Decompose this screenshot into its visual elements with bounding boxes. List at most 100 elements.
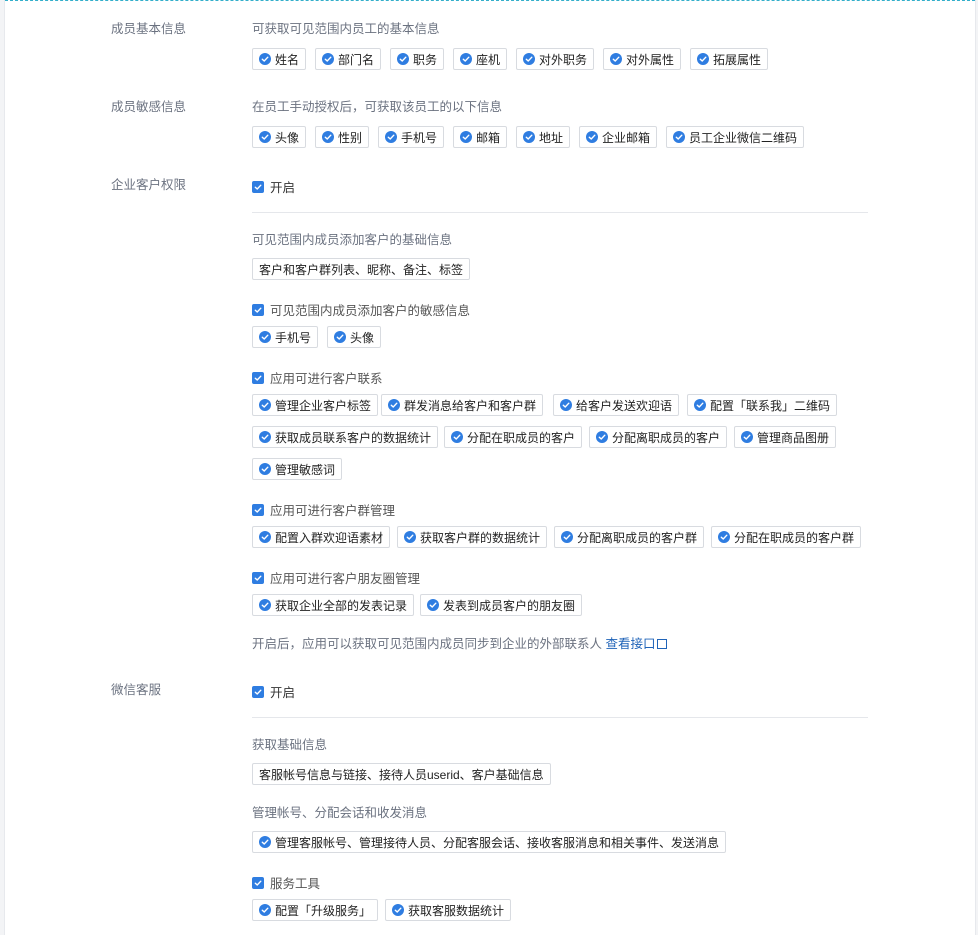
tag-extended-attr: 拓展属性: [690, 48, 769, 70]
external-link-icon: [656, 639, 667, 649]
tag-label: 员工企业微信二维码: [689, 130, 798, 145]
check-circle-icon: [523, 131, 535, 143]
tag-email: 邮箱: [453, 126, 508, 148]
check-circle-icon: [560, 399, 572, 411]
tag-name: 姓名: [252, 48, 307, 70]
tag-position: 职务: [390, 48, 445, 70]
checkbox-checked-icon: [252, 503, 264, 516]
member-sensitive-desc: 在员工手动授权后，可获取该员工的以下信息: [252, 100, 503, 114]
tag-welcome-message: 给客户发送欢迎语: [553, 394, 680, 416]
tag-mass-message: 群发消息给客户和客户群: [381, 394, 544, 416]
top-dashed-border: [5, 0, 975, 1]
checkbox-checked-icon: [252, 303, 264, 316]
customer-enable-checkbox[interactable]: 开启: [252, 177, 295, 196]
check-circle-icon: [322, 53, 334, 65]
tag-label: 分配在职成员的客户群: [734, 530, 855, 545]
check-circle-icon: [673, 131, 685, 143]
tag-contact-stats: 获取成员联系客户的数据统计: [252, 426, 439, 448]
tag-label: 分配离职成员的客户: [612, 430, 721, 445]
check-circle-icon: [392, 904, 404, 916]
tag-sensitive-words: 管理敏感词: [252, 458, 343, 480]
tag-avatar: 头像: [252, 126, 307, 148]
customer-sensitive-checkbox[interactable]: 可见范围内成员添加客户的敏感信息: [252, 300, 470, 319]
customer-group-checkbox[interactable]: 应用可进行客户群管理: [252, 500, 395, 519]
checkbox-checked-icon: [252, 876, 264, 889]
wechat-tools-checkbox[interactable]: 服务工具: [252, 873, 320, 892]
member-basic-desc: 可获取可见范围内员工的基本信息: [252, 22, 440, 36]
tag-label: 手机号: [401, 130, 438, 145]
check-circle-icon: [694, 399, 706, 411]
checkbox-label: 开启: [270, 181, 296, 195]
check-circle-icon: [385, 131, 397, 143]
checkbox-label: 应用可进行客户联系: [270, 372, 383, 386]
wechat-service-enable-checkbox[interactable]: 开启: [252, 682, 295, 701]
check-circle-icon: [718, 531, 730, 543]
tag-label: 地址: [539, 130, 564, 145]
customer-moments-checkbox[interactable]: 应用可进行客户朋友圈管理: [252, 568, 420, 587]
check-circle-icon: [610, 53, 622, 65]
check-circle-icon: [259, 399, 271, 411]
tag-label: 头像: [350, 330, 375, 345]
tag-customer-mobile: 手机号: [252, 326, 319, 348]
checkbox-checked-icon: [252, 180, 264, 193]
tag-label: 邮箱: [476, 130, 501, 145]
check-circle-icon: [259, 599, 271, 611]
tag-assign-resigned: 分配离职成员的客户: [589, 426, 728, 448]
tag-label: 获取企业全部的发表记录: [275, 598, 408, 613]
tag-mobile: 手机号: [378, 126, 445, 148]
tag-label: 获取客户群的数据统计: [420, 530, 541, 545]
tag-moments-publish: 发表到成员客户的朋友圈: [420, 594, 583, 616]
check-circle-icon: [322, 131, 334, 143]
checkbox-checked-icon: [252, 685, 264, 698]
tag-gender: 性别: [315, 126, 370, 148]
check-circle-icon: [561, 531, 573, 543]
check-circle-icon: [259, 836, 271, 848]
check-circle-icon: [451, 431, 463, 443]
tag-assign-active: 分配在职成员的客户: [444, 426, 583, 448]
tag-label: 配置入群欢迎语素材: [275, 530, 384, 545]
check-circle-icon: [427, 599, 439, 611]
member-basic-label: 成员基本信息: [111, 22, 187, 36]
check-circle-icon: [259, 531, 271, 543]
check-circle-icon: [388, 399, 400, 411]
tag-external-attr: 对外属性: [603, 48, 682, 70]
checkbox-label: 服务工具: [270, 877, 321, 891]
check-circle-icon: [259, 431, 271, 443]
customer-note-text: 开启后，应用可以获取可见范围内成员同步到企业的外部联系人: [252, 637, 603, 651]
checkbox-label: 应用可进行客户群管理: [270, 504, 396, 518]
tag-label: 座机: [476, 52, 501, 67]
tag-product-album: 管理商品图册: [734, 426, 837, 448]
tag-label: 群发消息给客户和客户群: [404, 398, 537, 413]
check-circle-icon: [259, 463, 271, 475]
tag-label: 部门名: [338, 52, 375, 67]
tag-external-position: 对外职务: [516, 48, 595, 70]
wechat-manage-title: 管理帐号、分配会话和收发消息: [252, 806, 428, 820]
tag-wechat-manage: 管理客服帐号、管理接待人员、分配客服会话、接收客服消息和相关事件、发送消息: [252, 831, 727, 853]
wechat-basic-title: 获取基础信息: [252, 738, 328, 752]
tag-label: 对外属性: [626, 52, 675, 67]
view-api-link[interactable]: 查看接口: [606, 637, 667, 651]
tag-service-stats: 获取客服数据统计: [385, 899, 512, 921]
tag-manage-customer-tags: 管理企业客户标签: [252, 394, 379, 416]
customer-note: 开启后，应用可以获取可见范围内成员同步到企业的外部联系人 查看接口: [252, 636, 667, 652]
checkbox-label: 开启: [270, 686, 296, 700]
check-circle-icon: [741, 431, 753, 443]
tag-label: 职务: [413, 52, 438, 67]
tag-label: 管理客服帐号、管理接待人员、分配客服会话、接收客服消息和相关事件、发送消息: [275, 835, 720, 850]
tag-label: 发表到成员客户的朋友圈: [443, 598, 576, 613]
checkbox-label: 应用可进行客户朋友圈管理: [270, 572, 421, 586]
tag-contact-me-qrcode: 配置「联系我」二维码: [687, 394, 838, 416]
tag-label: 手机号: [275, 330, 312, 345]
check-circle-icon: [460, 131, 472, 143]
tag-group-assign-resigned: 分配离职成员的客户群: [554, 526, 705, 548]
tag-department: 部门名: [315, 48, 382, 70]
customer-basic-title: 可见范围内成员添加客户的基础信息: [252, 233, 453, 247]
tag-upgrade-service: 配置「升级服务」: [252, 899, 379, 921]
check-circle-icon: [259, 331, 271, 343]
check-circle-icon: [404, 531, 416, 543]
check-circle-icon: [334, 331, 346, 343]
wechat-service-label: 微信客服: [111, 683, 162, 697]
customer-contact-checkbox[interactable]: 应用可进行客户联系: [252, 368, 383, 387]
tag-label: 拓展属性: [713, 52, 762, 67]
tag-label: 管理企业客户标签: [275, 398, 372, 413]
